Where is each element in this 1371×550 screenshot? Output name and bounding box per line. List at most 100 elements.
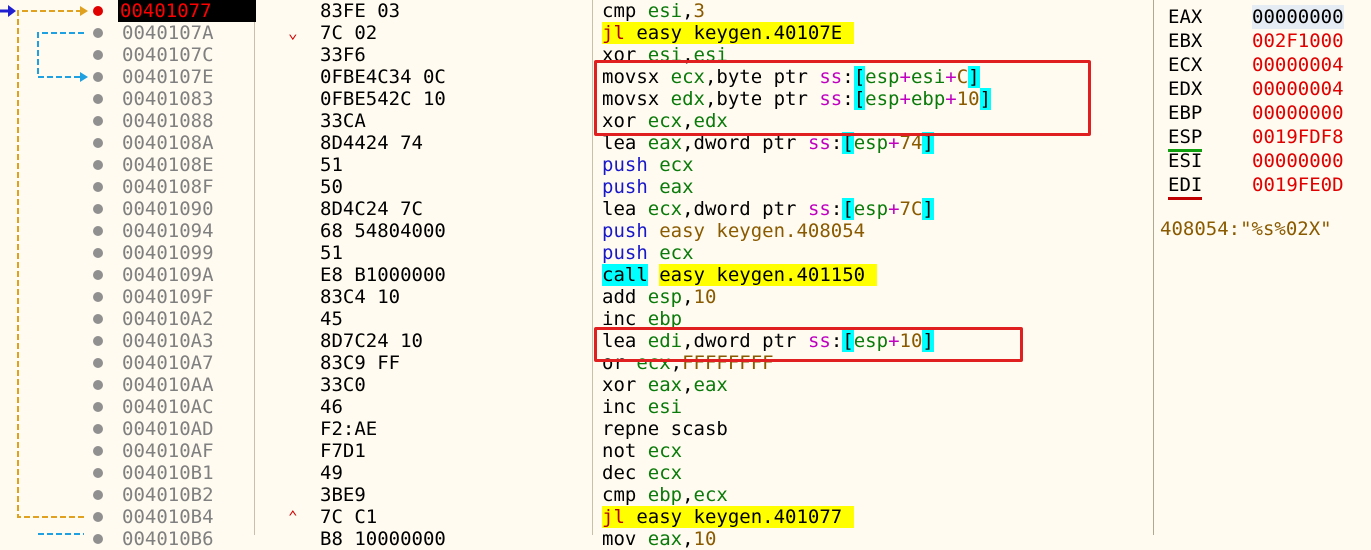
instruction-address: 0040107E: [122, 66, 214, 88]
instruction-bytes: 83C9 FF: [320, 352, 401, 374]
breakpoint-slot-icon[interactable]: [93, 468, 103, 478]
asm-token: push: [602, 154, 660, 176]
disasm-row[interactable]: 0040108F 50 push eax: [116, 176, 1152, 198]
instruction-address: 004010AC: [122, 396, 214, 418]
instruction-text: add esp,10: [602, 286, 716, 308]
register-value[interactable]: 00000004: [1252, 77, 1344, 101]
disasm-row[interactable]: 004010B1 49 dec ecx: [116, 462, 1152, 484]
breakpoint-slot-icon[interactable]: [93, 402, 103, 412]
breakpoint-slot-icon[interactable]: [93, 270, 103, 280]
disasm-row[interactable]: 004010B2 3BE9 cmp ebp,ecx: [116, 484, 1152, 506]
breakpoint-icon[interactable]: [93, 6, 103, 16]
disasm-row[interactable]: 004010AC 46 inc esi: [116, 396, 1152, 418]
asm-token: cmp: [602, 0, 648, 22]
breakpoint-slot-icon[interactable]: [93, 512, 103, 522]
breakpoint-slot-icon[interactable]: [93, 292, 103, 302]
register-name: ECX: [1168, 54, 1203, 76]
register-value[interactable]: 00000000: [1252, 149, 1344, 173]
breakpoint-slot-icon[interactable]: [93, 248, 103, 258]
breakpoint-slot-icon[interactable]: [93, 204, 103, 214]
register-value[interactable]: 002F1000: [1252, 29, 1344, 53]
instruction-address: 00401088: [122, 110, 214, 132]
instruction-bytes: 8D4424 74: [320, 132, 423, 154]
instruction-bytes: 7C 02: [320, 22, 378, 44]
instruction-address: 004010AA: [122, 374, 214, 396]
disassembly-pane[interactable]: 00401077 83FE 03 cmp esi,3 0040107A ⌄ 7C 02 jl…: [116, 0, 1152, 550]
instruction-bytes: 33F6: [320, 44, 366, 66]
instruction-text: cmp esi,3: [602, 0, 705, 22]
register-value[interactable]: 00000000: [1252, 101, 1344, 125]
instruction-bytes: 51: [320, 154, 343, 176]
disasm-row[interactable]: 004010AF F7D1 not ecx: [116, 440, 1152, 462]
instruction-address: 0040109F: [122, 286, 214, 308]
asm-token: +: [888, 198, 900, 220]
breakpoint-slot-icon[interactable]: [93, 138, 103, 148]
breakpoint-slot-icon[interactable]: [93, 424, 103, 434]
instruction-text: repne scasb: [602, 418, 728, 440]
asm-token: eax: [647, 374, 683, 396]
breakpoint-slot-icon[interactable]: [93, 94, 103, 104]
breakpoint-slot-icon[interactable]: [93, 336, 103, 346]
register-value[interactable]: 0019FE0D: [1252, 173, 1344, 197]
disasm-row[interactable]: 0040107A ⌄ 7C 02 jl easy keygen.40107E: [116, 22, 1152, 44]
disasm-row[interactable]: 0040108E 51 push ecx: [116, 154, 1152, 176]
asm-token: 7C: [899, 198, 923, 220]
breakpoint-slot-icon[interactable]: [93, 534, 103, 544]
asm-token: 10: [693, 286, 717, 308]
asm-token: esp: [647, 286, 683, 308]
register-value[interactable]: 0019FDF8: [1252, 125, 1344, 149]
register-row-edx[interactable]: EDX 00000004: [1168, 77, 1368, 101]
asm-token: call: [602, 264, 648, 286]
disasm-row[interactable]: 00401094 68 54804000 push easy keygen.4080…: [116, 220, 1152, 242]
disasm-row[interactable]: 00401099 51 push ecx: [116, 242, 1152, 264]
instruction-address: 00401083: [122, 88, 214, 110]
register-row-esi[interactable]: ESI 00000000: [1168, 149, 1368, 173]
highlight-box-lea-edi: [594, 327, 1023, 362]
register-row-ecx[interactable]: ECX 00000004: [1168, 53, 1368, 77]
breakpoint-slot-icon[interactable]: [93, 116, 103, 126]
instruction-address: 004010B1: [122, 462, 214, 484]
instruction-bytes: 51: [320, 242, 343, 264]
register-name: EBP: [1168, 102, 1203, 124]
string-comment: 408054:"%s%02X": [1160, 218, 1332, 240]
disasm-row[interactable]: 004010AD F2:AE repne scasb: [116, 418, 1152, 440]
register-row-ebx[interactable]: EBX 002F1000: [1168, 29, 1368, 53]
disasm-row[interactable]: 0040109F 83C4 10 add esp,10: [116, 286, 1152, 308]
register-row-eax[interactable]: EAX 00000000: [1168, 5, 1368, 29]
asm-token: ,: [682, 528, 694, 550]
breakpoint-slot-icon[interactable]: [93, 182, 103, 192]
breakpoint-slot-icon[interactable]: [93, 50, 103, 60]
breakpoint-slot-icon[interactable]: [93, 72, 103, 82]
breakpoint-slot-icon[interactable]: [93, 160, 103, 170]
asm-token: lea: [602, 198, 648, 220]
disasm-row[interactable]: 00401077 83FE 03 cmp esi,3: [116, 0, 1152, 22]
disasm-row[interactable]: 0040109A E8 B1000000 call easy keygen.4011…: [116, 264, 1152, 286]
jump-up-icon: ⌃: [288, 507, 298, 526]
instruction-bytes: 3BE9: [320, 484, 366, 506]
asm-token: ,: [682, 286, 694, 308]
disasm-row[interactable]: 00401090 8D4C24 7C lea ecx,dword ptr ss:[e…: [116, 198, 1152, 220]
registers-pane[interactable]: EAX 00000000 EBX 002F1000 ECX 00000004 EDX 0000…: [1153, 0, 1371, 535]
instruction-bytes: 83C4 10: [320, 286, 401, 308]
register-row-esp[interactable]: ESP 0019FDF8: [1168, 125, 1368, 152]
loop-jump-arrow: [80, 6, 88, 16]
instruction-bytes: 33C0: [320, 374, 366, 396]
breakpoint-slot-icon[interactable]: [93, 446, 103, 456]
breakpoint-slot-icon[interactable]: [93, 226, 103, 236]
register-row-ebp[interactable]: EBP 00000000: [1168, 101, 1368, 125]
jump-arrows-gutter: [0, 0, 116, 544]
register-value[interactable]: 00000000: [1252, 5, 1344, 29]
disasm-row[interactable]: 004010B6 B8 10000000 mov eax,10: [116, 528, 1152, 550]
instruction-bytes: 49: [320, 462, 343, 484]
register-row-edi[interactable]: EDI 0019FE0D: [1168, 173, 1368, 200]
disasm-row[interactable]: 004010B4 ⌃ 7C C1 jl easy keygen.401077: [116, 506, 1152, 528]
breakpoint-slot-icon[interactable]: [93, 490, 103, 500]
asm-token: ecx: [693, 484, 728, 506]
breakpoint-slot-icon[interactable]: [93, 380, 103, 390]
breakpoint-slot-icon[interactable]: [93, 358, 103, 368]
instruction-bytes: E8 B1000000: [320, 264, 446, 286]
breakpoint-slot-icon[interactable]: [93, 314, 103, 324]
register-value[interactable]: 00000004: [1252, 53, 1344, 77]
disasm-row[interactable]: 004010AA 33C0 xor eax,eax: [116, 374, 1152, 396]
breakpoint-slot-icon[interactable]: [93, 28, 103, 38]
